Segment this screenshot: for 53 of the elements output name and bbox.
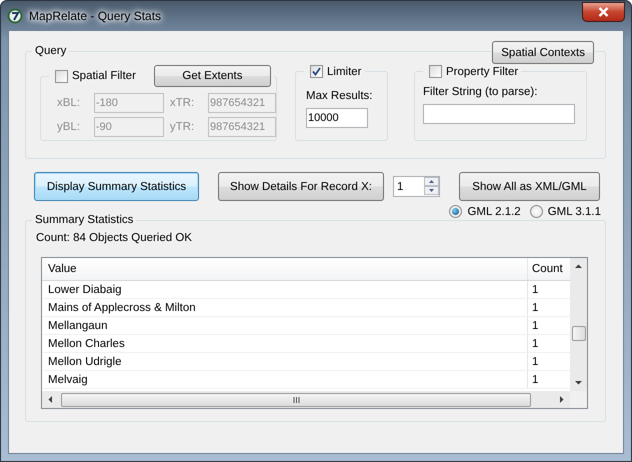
table-cell: Mains of Applecross & Milton [42,299,528,316]
format-radio[interactable]: GML 2.1.2 [449,205,521,218]
scrollbar-corner [570,391,587,408]
field-label: Max Results: [306,90,374,102]
grip-icon [292,396,300,402]
table-cell-text: 1 [531,354,540,370]
table-cell-text: 1 [531,300,540,316]
scrollbar-thumb[interactable] [572,326,586,341]
show-details-button[interactable]: Show Details For Record X: [218,172,384,201]
scroll-down-icon[interactable] [574,378,583,387]
table-cell-text: 1 [531,336,540,352]
close-button[interactable] [582,2,625,22]
record-spinner[interactable]: 1 [393,176,440,197]
filter-string-field[interactable] [423,104,575,124]
horizontal-scrollbar[interactable] [42,391,570,408]
radio-button[interactable] [449,205,462,218]
checkbox[interactable] [310,65,323,78]
checkbox-label: Spatial Filter [72,70,136,82]
vertical-scrollbar[interactable] [570,258,587,391]
field-label: xBL: [57,97,82,109]
spatial-contexts-button[interactable]: Spatial Contexts [492,41,594,64]
table-cell: Mellangaun [42,317,528,334]
group-label: Query [35,45,66,57]
scrollbar-thumb[interactable] [61,392,531,406]
field-label: Filter String (to parse): [423,86,538,98]
column-header[interactable]: Count [528,258,570,280]
window-title: MapRelate - Query Stats [29,8,162,22]
table-cell: Mellon Udrigle [42,353,528,370]
field-label: xTR: [170,97,196,109]
count-text: Count: 84 Objects Queried OK [35,231,193,244]
scroll-right-icon[interactable] [557,395,566,404]
group-label: Summary Statistics [35,214,134,226]
column-header[interactable]: Value [42,258,528,280]
show-all-xml-button[interactable]: Show All as XML/GML [459,172,600,201]
field-label: yTR: [170,121,196,133]
radio-button[interactable] [530,205,543,218]
table-cell-text: 1 [531,372,540,388]
max-results-field[interactable]: 10000 [306,108,368,128]
checkbox[interactable] [429,65,442,78]
table-cell-text: 1 [531,282,540,298]
close-icon [598,6,609,16]
format-radio[interactable]: GML 3.1.1 [530,205,601,218]
checkbox-label: Limiter [327,66,362,78]
field-label: yBL: [57,121,82,133]
table-cell: Melvaig [42,371,528,388]
display-summary-button[interactable]: Display Summary Statistics [34,172,199,201]
scroll-left-icon[interactable] [46,395,55,404]
table-cell: Lower Diabaig [42,281,528,298]
table-cell-text: 1 [531,318,540,334]
checkbox-label: Property Filter [446,66,518,78]
app-icon [7,8,23,24]
table-cell: Mellon Charles [42,335,528,352]
scroll-up-icon[interactable] [574,262,583,271]
